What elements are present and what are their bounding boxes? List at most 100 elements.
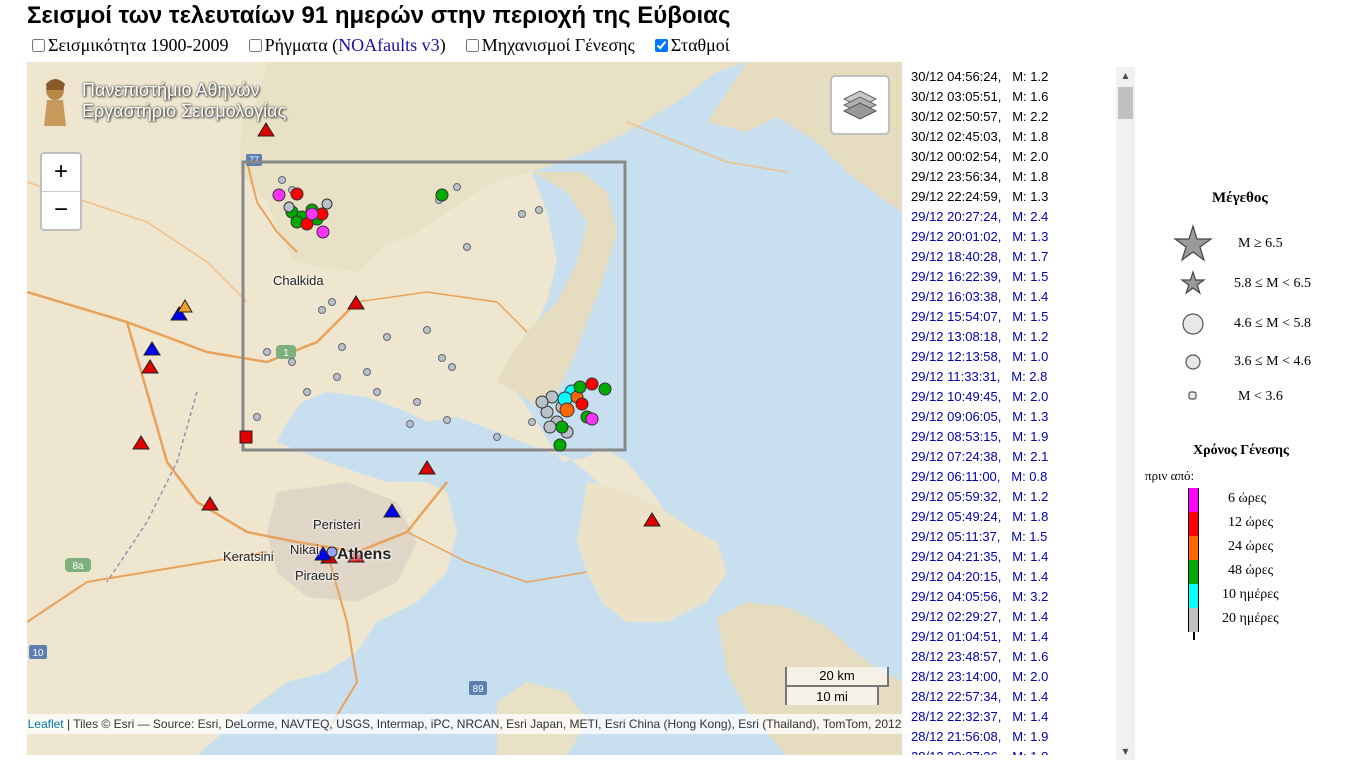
- event-row[interactable]: 29/12 20:27:24, M: 2.4: [905, 207, 1115, 227]
- event-time: 29/12 20:01:02,: [911, 229, 1002, 244]
- event-row[interactable]: 29/12 02:29:27, M: 1.4: [905, 607, 1115, 627]
- event-time: 28/12 23:14:00,: [911, 669, 1002, 684]
- event-row[interactable]: 30/12 03:05:51, M: 1.6: [905, 87, 1115, 107]
- event-row[interactable]: 29/12 11:33:31, M: 2.8: [905, 367, 1115, 387]
- event-row[interactable]: 29/12 09:06:05, M: 1.3: [905, 407, 1115, 427]
- toggle-faults-label: Ρήγματα (NOAfaults v3): [264, 35, 446, 55]
- event-row[interactable]: 29/12 06:11:00, M: 0.8: [905, 467, 1115, 487]
- event-row[interactable]: 28/12 23:48:57, M: 1.6: [905, 647, 1115, 667]
- event-magnitude: M: 1.2: [1001, 69, 1049, 84]
- event-time: 29/12 13:08:18,: [911, 329, 1002, 344]
- zoom-in-button[interactable]: +: [42, 154, 80, 191]
- event-list[interactable]: 30/12 04:56:24, M: 1.2 30/12 03:05:51, M:…: [905, 67, 1115, 755]
- layers-button[interactable]: [830, 75, 890, 135]
- map-view[interactable]: 77 1 8a 10 89 Chalkida Peristeri Athens …: [27, 62, 902, 755]
- event-magnitude: M: 1.9: [1001, 429, 1049, 444]
- time-label: 24 ώρες: [1228, 539, 1274, 554]
- event-magnitude: M: 1.5: [1001, 309, 1049, 324]
- event-magnitude: M: 1.4: [1001, 549, 1049, 564]
- time-label: 6 ώρες: [1228, 491, 1267, 506]
- event-magnitude: M: 1.8: [1001, 129, 1049, 144]
- event-row[interactable]: 30/12 00:02:54, M: 2.0: [905, 147, 1115, 167]
- place-keratsini: Keratsini: [223, 549, 274, 564]
- legend-size-3: 4.6 ≤ M < 5.8: [1234, 316, 1312, 331]
- toggle-faults[interactable]: Ρήγματα (NOAfaults v3): [248, 35, 446, 56]
- event-magnitude: M: 1.0: [1001, 349, 1049, 364]
- scroll-down-icon[interactable]: ▼: [1116, 743, 1135, 760]
- toggle-stations[interactable]: Σταθμοί: [654, 35, 730, 56]
- size-star-large-icon: [1173, 223, 1213, 262]
- event-row[interactable]: 28/12 21:56:08, M: 1.9: [905, 727, 1115, 747]
- event-row[interactable]: 29/12 01:04:51, M: 1.4: [905, 627, 1115, 647]
- event-row[interactable]: 29/12 13:08:18, M: 1.2: [905, 327, 1115, 347]
- leaflet-link[interactable]: Leaflet: [28, 717, 64, 731]
- toggle-mechanisms[interactable]: Μηχανισμοί Γένεσης: [465, 35, 635, 56]
- event-row[interactable]: 28/12 20:27:36, M: 1.8: [905, 747, 1115, 755]
- event-row[interactable]: 29/12 10:49:45, M: 2.0: [905, 387, 1115, 407]
- event-row[interactable]: 29/12 05:11:37, M: 1.5: [905, 527, 1115, 547]
- event-row[interactable]: 30/12 02:45:03, M: 1.8: [905, 127, 1115, 147]
- event-time: 29/12 09:06:05,: [911, 409, 1002, 424]
- event-row[interactable]: 29/12 04:05:56, M: 3.2: [905, 587, 1115, 607]
- faults-checkbox[interactable]: [248, 39, 262, 52]
- event-row[interactable]: 29/12 20:01:02, M: 1.3: [905, 227, 1115, 247]
- event-row[interactable]: 30/12 04:56:24, M: 1.2: [905, 67, 1115, 87]
- stations-checkbox[interactable]: [654, 39, 668, 52]
- event-row[interactable]: 29/12 12:13:58, M: 1.0: [905, 347, 1115, 367]
- toggle-seismicity[interactable]: Σεισμικότητα 1900-2009: [32, 35, 229, 56]
- event-magnitude: M: 2.0: [1001, 669, 1049, 684]
- event-magnitude: M: 1.9: [1001, 729, 1049, 744]
- event-time: 29/12 15:54:07,: [911, 309, 1002, 324]
- noafaults-link[interactable]: NOAfaults v3: [338, 35, 440, 55]
- time-color-swatch: [1188, 560, 1199, 584]
- event-magnitude: M: 2.1: [1001, 449, 1049, 464]
- event-row[interactable]: 28/12 22:57:34, M: 1.4: [905, 687, 1115, 707]
- seismicity-checkbox[interactable]: [32, 39, 45, 52]
- event-time: 29/12 01:04:51,: [911, 629, 1002, 644]
- event-time: 29/12 16:22:39,: [911, 269, 1002, 284]
- legend-size-symbols: [1173, 223, 1213, 400]
- time-color-swatch: [1188, 536, 1199, 560]
- event-row[interactable]: 28/12 23:14:00, M: 2.0: [905, 667, 1115, 687]
- event-time: 28/12 21:56:08,: [911, 729, 1002, 744]
- event-list-scrollbar[interactable]: ▲ ▼: [1116, 67, 1135, 760]
- event-row[interactable]: 29/12 15:54:07, M: 1.5: [905, 307, 1115, 327]
- event-row[interactable]: 28/12 22:32:37, M: 1.4: [905, 707, 1115, 727]
- event-time: 29/12 23:56:34,: [911, 169, 1002, 184]
- event-row[interactable]: 29/12 04:21:35, M: 1.4: [905, 547, 1115, 567]
- place-peristeri: Peristeri: [313, 517, 361, 532]
- legend-size-2: 5.8 ≤ M < 6.5: [1234, 276, 1312, 291]
- time-color-swatch: [1188, 584, 1199, 608]
- event-time: 28/12 22:57:34,: [911, 689, 1002, 704]
- event-row[interactable]: 29/12 08:53:15, M: 1.9: [905, 427, 1115, 447]
- event-row[interactable]: 29/12 07:24:38, M: 2.1: [905, 447, 1115, 467]
- scroll-thumb[interactable]: [1118, 87, 1133, 119]
- event-row[interactable]: 29/12 05:49:24, M: 1.8: [905, 507, 1115, 527]
- event-row[interactable]: 29/12 04:20:15, M: 1.4: [905, 567, 1115, 587]
- event-magnitude: M: 1.2: [1001, 329, 1049, 344]
- event-time: 29/12 07:24:38,: [911, 449, 1002, 464]
- event-row[interactable]: 29/12 18:40:28, M: 1.7: [905, 247, 1115, 267]
- time-color-swatch: [1188, 608, 1199, 632]
- event-row[interactable]: 29/12 22:24:59, M: 1.3: [905, 187, 1115, 207]
- event-row[interactable]: 29/12 16:22:39, M: 1.5: [905, 267, 1115, 287]
- logo-line1: Πανεπιστήμιο Αθηνών: [82, 80, 260, 100]
- zoom-out-button[interactable]: −: [42, 191, 80, 229]
- zoom-control: + −: [40, 152, 82, 231]
- attribution-text: | Tiles © Esri — Source: Esri, DeLorme, …: [63, 717, 902, 731]
- time-label: 48 ώρες: [1228, 563, 1274, 578]
- event-row[interactable]: 29/12 05:59:32, M: 1.2: [905, 487, 1115, 507]
- event-magnitude: M: 1.5: [1000, 529, 1048, 544]
- event-row[interactable]: 29/12 23:56:34, M: 1.8: [905, 167, 1115, 187]
- place-nikaia: Nikaia: [290, 542, 320, 557]
- event-time: 30/12 02:45:03,: [911, 129, 1002, 144]
- road-8a-label: 8a: [72, 561, 84, 572]
- event-time: 29/12 05:11:37,: [911, 529, 1001, 544]
- event-magnitude: M: 1.3: [1001, 229, 1049, 244]
- event-time: 29/12 04:05:56,: [911, 589, 1002, 604]
- event-row[interactable]: 30/12 02:50:57, M: 2.2: [905, 107, 1115, 127]
- scroll-up-icon[interactable]: ▲: [1116, 67, 1135, 84]
- place-piraeus: Piraeus: [295, 568, 340, 583]
- event-row[interactable]: 29/12 16:03:38, M: 1.4: [905, 287, 1115, 307]
- mechanisms-checkbox[interactable]: [465, 39, 479, 52]
